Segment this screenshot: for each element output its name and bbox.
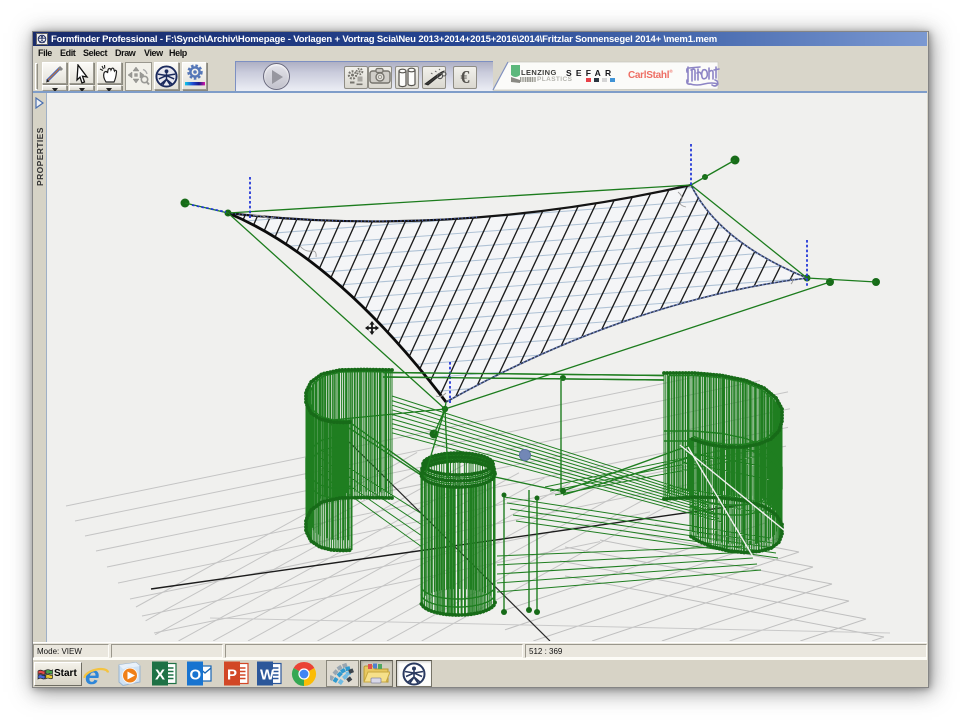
svg-text:X: X bbox=[155, 667, 165, 684]
svg-text:W: W bbox=[260, 667, 275, 684]
svg-text:O: O bbox=[190, 667, 202, 684]
svg-text:P: P bbox=[227, 667, 237, 684]
